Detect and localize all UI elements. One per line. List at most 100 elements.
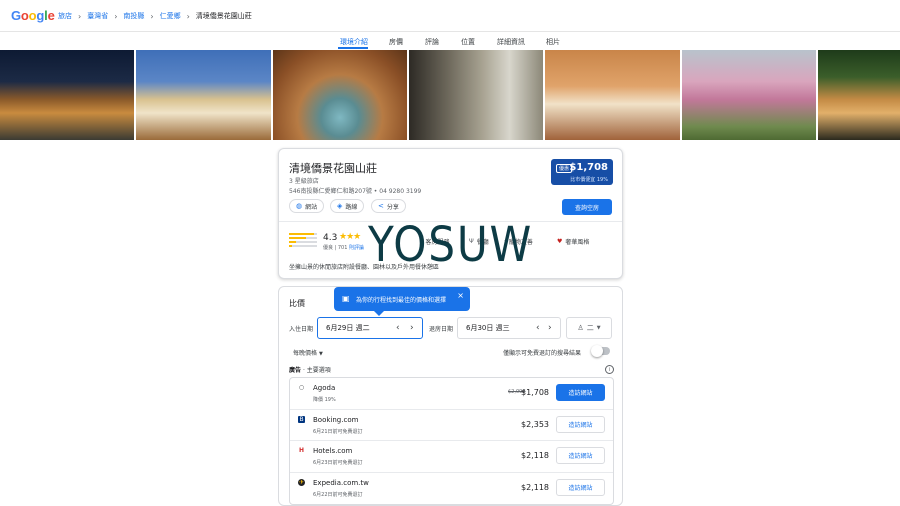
guests-value: 二 <box>586 324 594 332</box>
section-title: 比價 <box>289 299 305 308</box>
offer-price: $1,708 <box>521 388 549 397</box>
breadcrumb-link[interactable]: 旅店 <box>58 11 72 21</box>
breadcrumb-link[interactable]: 臺灣省 <box>87 11 108 21</box>
active-tab-indicator <box>338 47 368 49</box>
globe-icon: ◍ <box>296 202 303 210</box>
directions-label: 路線 <box>345 203 358 211</box>
hotel-name: 清境僑景花園山莊 <box>289 162 377 175</box>
rating-value: 4.3 <box>323 233 338 243</box>
checkin-value: 6月29日 週二 <box>326 324 370 332</box>
free-cancellation-toggle[interactable] <box>591 345 610 357</box>
person-icon: ♙ <box>577 324 584 332</box>
checkin-date-field[interactable]: 6月29日 週二 ‹ › <box>317 317 423 339</box>
offer-price: $2,118 <box>521 482 549 492</box>
breadcrumb-link[interactable]: 南投縣 <box>123 11 144 21</box>
offer-detail: 6月21日前可免費退訂 <box>313 428 363 435</box>
hotel-photo[interactable] <box>545 50 680 140</box>
offer-detail: 降價 19% <box>313 397 336 403</box>
website-button[interactable]: ◍ 網站 <box>289 199 325 213</box>
tab-reviews[interactable]: 評論 <box>425 37 439 47</box>
booking-logo-icon: B <box>298 415 305 423</box>
chevron-right-icon[interactable]: › <box>548 323 552 333</box>
breadcrumb-current: 清境僑景花園山莊 <box>195 12 252 20</box>
chevron-right-icon[interactable]: › <box>410 323 414 333</box>
offer-detail: 6月23日前可免費退訂 <box>313 460 363 466</box>
amenity-luxury: ♥ 奢華風格 <box>557 237 589 246</box>
hotel-photo[interactable] <box>0 50 134 140</box>
hotel-class: 3 星級旅店 <box>289 178 319 185</box>
reviews-link[interactable]: 則評論 <box>349 245 364 251</box>
visit-site-button[interactable]: 造訪網站 <box>556 415 605 433</box>
calendar-icon: ▣ <box>342 294 350 303</box>
offer-row[interactable]: B Booking.com 6月21日前可免費退訂 $2,353 造訪網站 <box>290 410 613 441</box>
hotel-photo[interactable] <box>136 50 271 140</box>
offer-row[interactable]: H Hotels.com 6月23日前可免費退訂 $2,118 造訪網站 <box>290 441 613 473</box>
offer-list: ○ Agoda 降價 19% $2,097 $1,708 造訪網站 B Book… <box>289 377 614 505</box>
per-night-label: 每晚價格 <box>293 350 318 357</box>
google-logo[interactable]: Google <box>11 8 55 23</box>
hotel-photo[interactable] <box>818 50 900 140</box>
chevron-left-icon[interactable]: ‹ <box>396 323 400 333</box>
chevron-right-icon: › <box>114 11 118 21</box>
per-night-dropdown[interactable]: 每晚價格 ▼ <box>293 348 323 357</box>
info-icon[interactable]: i <box>605 365 614 374</box>
tab-overview[interactable]: 環境介紹 <box>340 37 368 47</box>
hotel-photo[interactable] <box>409 50 543 140</box>
best-price-box[interactable]: 優惠 $1,708 比市價便宜 19% <box>551 159 613 185</box>
chevron-right-icon: › <box>186 11 190 21</box>
section-tabs: 環境介紹 房價 評論 位置 詳細資訊 相片 <box>0 32 900 50</box>
watermark-text: YOSUW <box>368 217 534 273</box>
checkout-value: 6月30日 週三 <box>466 324 510 332</box>
directions-icon: ◈ <box>337 202 343 210</box>
tab-prices[interactable]: 房價 <box>389 37 403 47</box>
offer-provider: Agoda <box>313 384 336 392</box>
tab-details[interactable]: 詳細資訊 <box>497 37 525 47</box>
chevron-left-icon[interactable]: ‹ <box>536 323 540 333</box>
ads-suffix: · 主要選項 <box>302 367 331 374</box>
hotel-address: 546南投縣仁愛鄉仁和路207號 • 04 9280 3199 <box>289 188 422 195</box>
review-count: 優良 | 701 <box>323 245 348 251</box>
offer-row[interactable]: ✈ Expedia.com.tw 6月22日前可免費退訂 $2,118 造訪網站 <box>290 473 613 505</box>
breadcrumb: 旅店 › 臺灣省 › 南投縣 › 仁愛鄉 › 清境僑景花園山莊 <box>58 11 252 21</box>
share-label: 分享 <box>386 203 399 211</box>
top-bar: Google 旅店 › 臺灣省 › 南投縣 › 仁愛鄉 › 清境僑景花園山莊 <box>0 0 900 32</box>
tab-location[interactable]: 位置 <box>461 37 475 47</box>
share-icon: < <box>378 202 384 210</box>
photo-strip <box>0 50 900 140</box>
visit-site-button[interactable]: 造訪網站 <box>556 447 605 464</box>
ads-label: 廣告 · 主要選項 <box>289 365 331 374</box>
dropdown-arrow-icon: ▼ <box>596 325 601 331</box>
ads-tag: 廣告 <box>289 367 302 374</box>
offer-price: $2,118 <box>521 451 549 460</box>
visit-site-button[interactable]: 造訪網站 <box>556 384 605 401</box>
hotel-photo[interactable] <box>682 50 816 140</box>
chevron-right-icon: › <box>150 11 154 21</box>
heart-icon: ♥ <box>557 238 563 245</box>
rating-distribution <box>289 233 317 251</box>
price-tip-tooltip: ▣ 為你的行程找到最佳的價格和選擇 × <box>334 287 470 316</box>
tab-photos[interactable]: 相片 <box>546 37 560 47</box>
hotel-photo[interactable] <box>273 50 407 140</box>
check-availability-button[interactable]: 查詢空房 <box>562 199 612 215</box>
offer-provider: Hotels.com <box>313 447 353 455</box>
share-button[interactable]: < 分享 <box>371 199 406 213</box>
checkout-date-field[interactable]: 6月30日 週三 ‹ › <box>457 317 561 339</box>
close-icon[interactable]: × <box>457 291 464 300</box>
visit-site-button[interactable]: 造訪網站 <box>556 478 605 496</box>
offer-provider: Booking.com <box>313 415 359 424</box>
checkout-label: 退房日期 <box>429 326 454 333</box>
expedia-logo-icon: ✈ <box>298 478 305 486</box>
agoda-logo-icon: ○ <box>298 384 305 391</box>
free-cancellation-label: 僅顯示可免費退訂的搜尋結果 <box>503 350 582 357</box>
price-savings: 比市價便宜 19% <box>570 177 608 183</box>
offer-detail: 6月22日前可免費退訂 <box>313 491 363 498</box>
offer-provider: Expedia.com.tw <box>313 478 369 487</box>
directions-button[interactable]: ◈ 路線 <box>330 199 365 213</box>
offer-price: $2,353 <box>521 419 549 429</box>
website-label: 網站 <box>305 203 318 211</box>
offer-row[interactable]: ○ Agoda 降價 19% $2,097 $1,708 造訪網站 <box>290 378 613 410</box>
breadcrumb-link[interactable]: 仁愛鄉 <box>160 11 181 21</box>
amenity-label: 奢華風格 <box>565 239 590 246</box>
guests-selector[interactable]: ♙ 二 ▼ <box>566 317 612 339</box>
tooltip-text: 為你的行程找到最佳的價格和選擇 <box>356 296 447 304</box>
